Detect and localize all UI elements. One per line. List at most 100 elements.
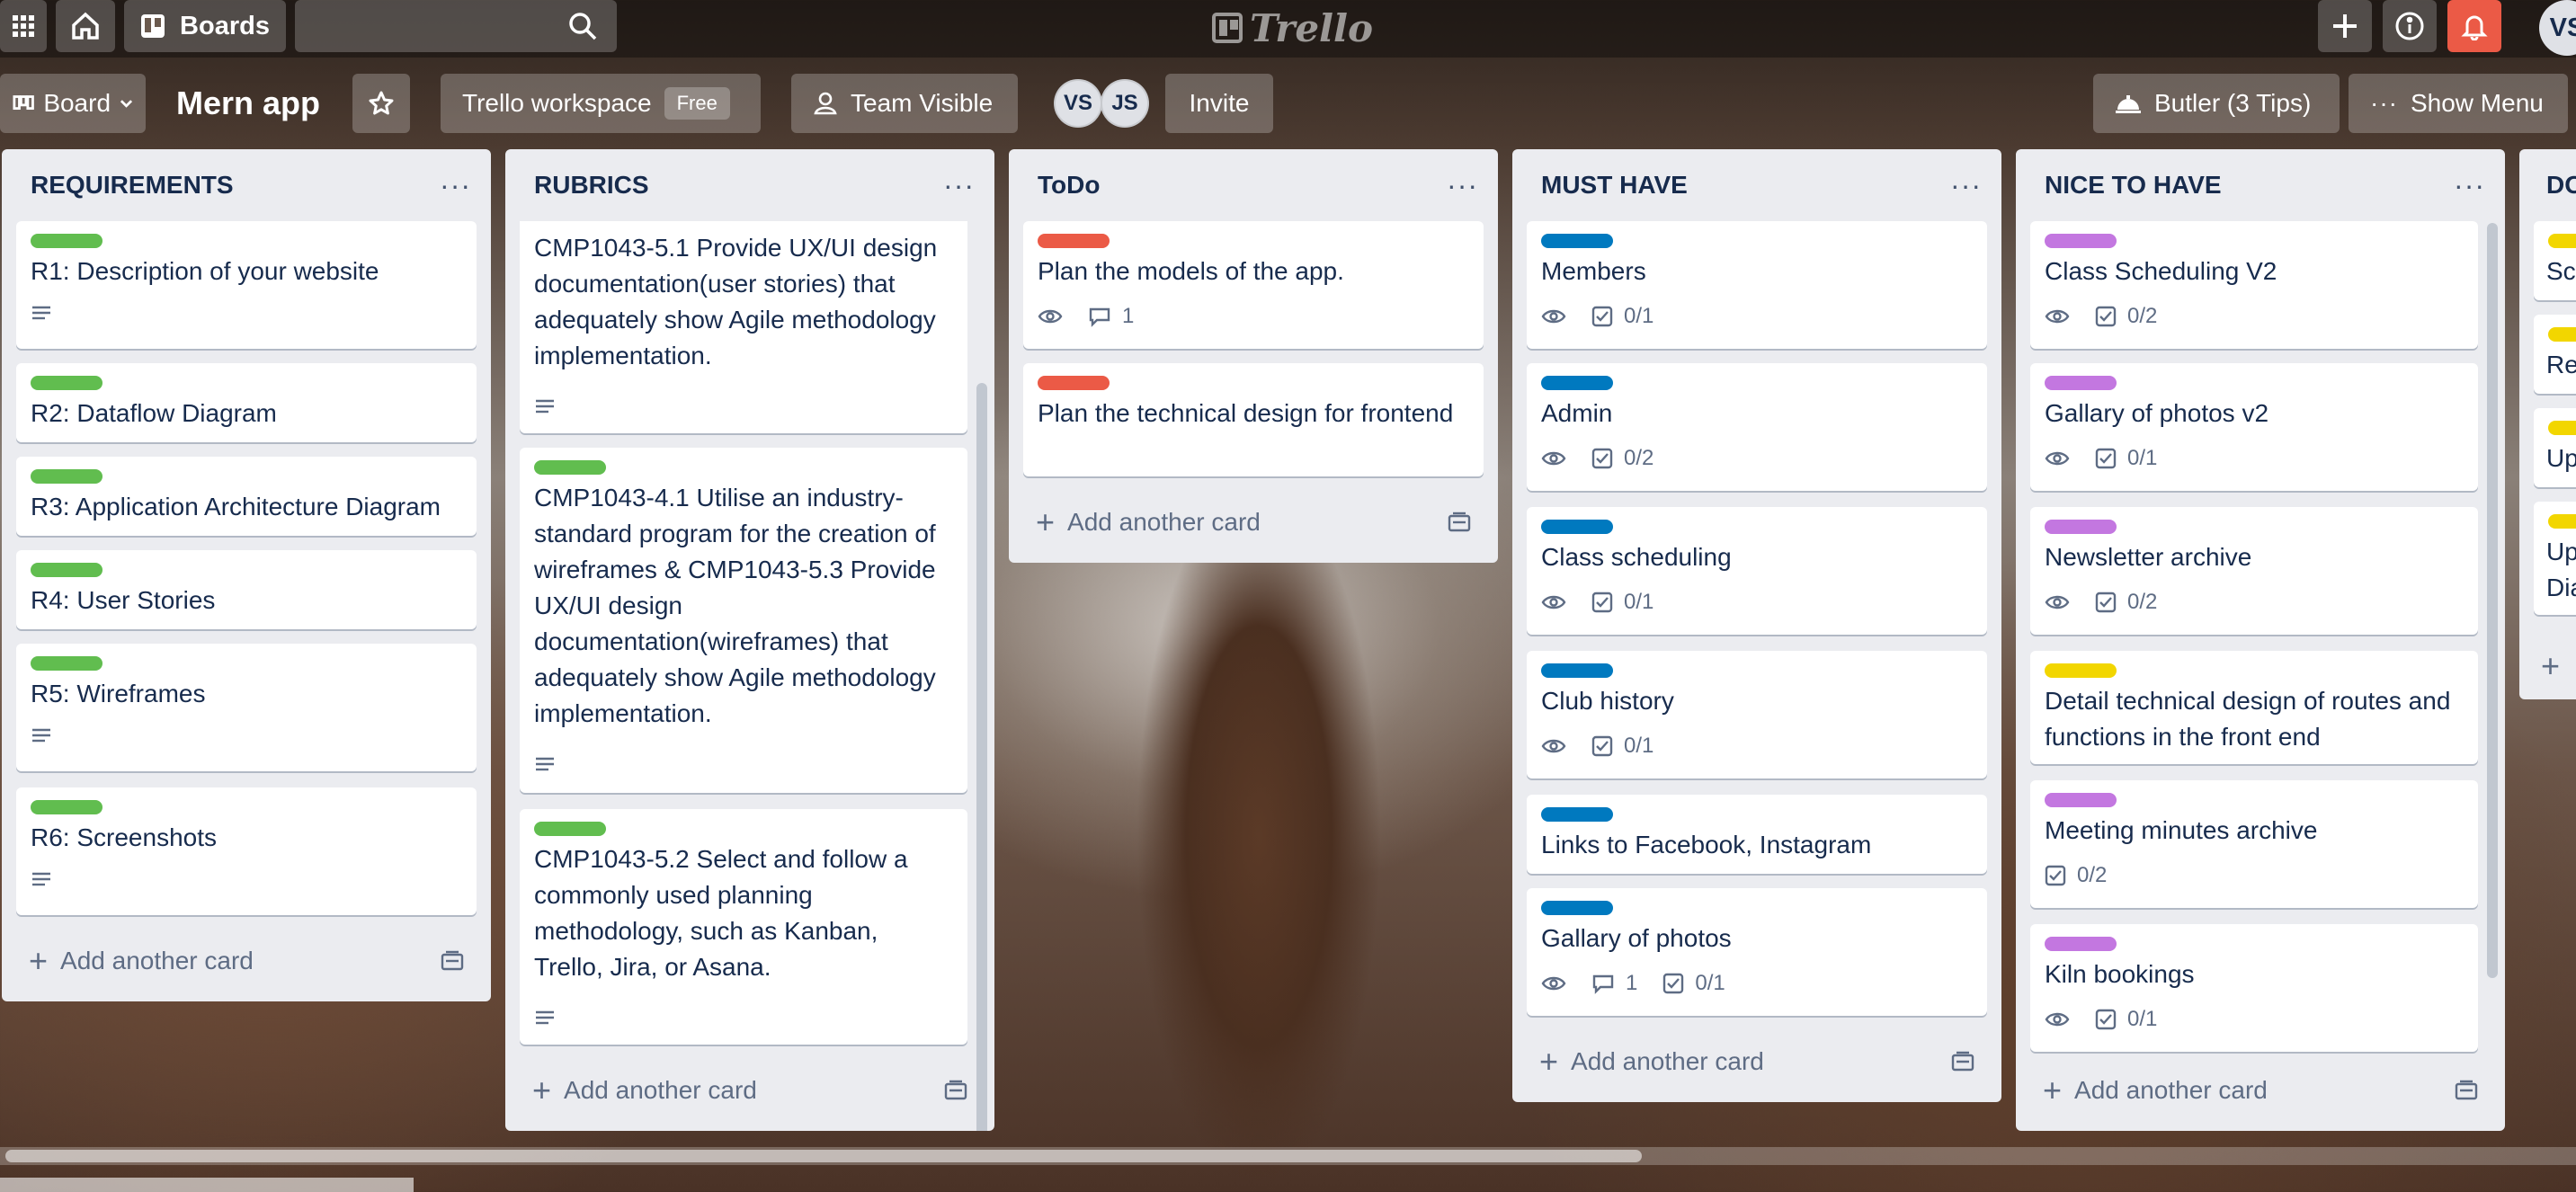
list-title[interactable]: REQUIREMENTS: [31, 171, 234, 200]
blue-label[interactable]: [1541, 520, 1613, 534]
card-plan-technical-design[interactable]: Plan the technical design for frontend: [1023, 363, 1484, 476]
plus-icon: +: [532, 1072, 552, 1108]
butler-button[interactable]: Butler (3 Tips): [2093, 74, 2340, 133]
board-title[interactable]: Mern app: [176, 74, 320, 133]
green-label[interactable]: [31, 800, 103, 814]
green-label[interactable]: [534, 822, 606, 836]
star-board-button[interactable]: [352, 74, 410, 133]
card-links-social[interactable]: Links to Facebook, Instagram: [1527, 795, 1987, 874]
add-card-button[interactable]: +: [2528, 640, 2562, 692]
green-label[interactable]: [534, 460, 606, 475]
visibility-button[interactable]: Team Visible: [791, 74, 1018, 133]
list-scrollbar[interactable]: [2487, 223, 2498, 978]
card-partial[interactable]: Up Dia: [2534, 502, 2576, 615]
home-button[interactable]: [56, 0, 115, 52]
scrollbar-thumb[interactable]: [5, 1150, 1642, 1162]
red-label[interactable]: [1038, 234, 1110, 248]
add-card-button[interactable]: + Add another card: [2030, 1064, 2491, 1116]
yellow-label[interactable]: [2548, 327, 2576, 342]
purple-label[interactable]: [2045, 937, 2117, 951]
list-menu-icon[interactable]: ···: [440, 171, 471, 200]
green-label[interactable]: [31, 234, 103, 248]
card-club-history[interactable]: Club history 0/1: [1527, 651, 1987, 778]
green-label[interactable]: [31, 563, 103, 577]
green-label[interactable]: [31, 376, 103, 390]
card-newsletter-archive[interactable]: Newsletter archive 0/2: [2030, 507, 2478, 635]
green-label[interactable]: [31, 469, 103, 484]
blue-label[interactable]: [1541, 376, 1613, 390]
blue-label[interactable]: [1541, 807, 1613, 822]
card-template-icon[interactable]: [1951, 1051, 1974, 1072]
purple-label[interactable]: [2045, 376, 2117, 390]
card-r1[interactable]: R1: Description of your website: [16, 221, 477, 349]
purple-label[interactable]: [2045, 793, 2117, 807]
card-r2[interactable]: R2: Dataflow Diagram: [16, 363, 477, 442]
list-menu-icon[interactable]: ···: [1447, 171, 1478, 200]
list-menu-icon[interactable]: ···: [1950, 171, 1982, 200]
card-r6[interactable]: R6: Screenshots: [16, 787, 477, 915]
add-card-button[interactable]: + Add another card: [1527, 1036, 1987, 1088]
card-template-icon[interactable]: [2455, 1080, 2478, 1101]
user-avatar[interactable]: VS: [2539, 0, 2576, 56]
board-view-switcher[interactable]: Board: [0, 74, 146, 133]
apps-grid-button[interactable]: [0, 0, 47, 52]
show-menu-button[interactable]: ··· Show Menu: [2349, 74, 2568, 133]
card-gallary-v2[interactable]: Gallary of photos v2 0/1: [2030, 363, 2478, 491]
red-label[interactable]: [1038, 376, 1110, 390]
invite-button[interactable]: Invite: [1165, 74, 1273, 133]
card-members[interactable]: Members 0/1: [1527, 221, 1987, 349]
member-avatar-js[interactable]: JS: [1101, 79, 1149, 128]
card-template-icon[interactable]: [441, 950, 464, 972]
card-r4[interactable]: R4: User Stories: [16, 550, 477, 629]
card-cmp1043-4-1[interactable]: CMP1043-4.1 Utilise an industry-standard…: [520, 448, 967, 793]
board-horizontal-scrollbar[interactable]: [0, 1147, 2576, 1165]
card-class-scheduling-v2[interactable]: Class Scheduling V2 0/2: [2030, 221, 2478, 349]
blue-label[interactable]: [1541, 234, 1613, 248]
boards-button[interactable]: Boards: [124, 0, 286, 52]
add-card-left: + Add another card: [1036, 506, 1261, 538]
list-title[interactable]: NICE TO HAVE: [2045, 171, 2222, 200]
card-template-icon[interactable]: [1448, 511, 1471, 533]
list-scrollbar[interactable]: [976, 383, 987, 1131]
card-gallary-of-photos[interactable]: Gallary of photos 1 0/1: [1527, 888, 1987, 1016]
card-partial[interactable]: Up: [2534, 408, 2576, 487]
list-menu-icon[interactable]: ···: [943, 171, 975, 200]
workspace-button[interactable]: Trello workspace Free: [441, 74, 761, 133]
yellow-label[interactable]: [2548, 234, 2576, 248]
card-cmp1043-5-2[interactable]: CMP1043-5.2 Select and follow a commonly…: [520, 809, 967, 1045]
add-card-button[interactable]: + Add another card: [16, 935, 477, 987]
yellow-label[interactable]: [2045, 663, 2117, 678]
card-plan-models[interactable]: Plan the models of the app. 1: [1023, 221, 1484, 349]
card-cmp1043-5-1[interactable]: CMP1043-5.1 Provide UX/UI design documen…: [520, 221, 967, 433]
blue-label[interactable]: [1541, 663, 1613, 678]
card-partial[interactable]: Sc: [2534, 221, 2576, 300]
yellow-label[interactable]: [2548, 514, 2576, 529]
notifications-button[interactable]: [2447, 0, 2501, 52]
card-admin[interactable]: Admin 0/2: [1527, 363, 1987, 491]
list-title[interactable]: ToDo: [1038, 171, 1100, 200]
add-card-button[interactable]: + Add another card: [520, 1064, 980, 1116]
card-partial[interactable]: Re: [2534, 315, 2576, 394]
list-title[interactable]: RUBRICS: [534, 171, 649, 200]
card-kiln-bookings[interactable]: Kiln bookings 0/1: [2030, 924, 2478, 1052]
green-label[interactable]: [31, 656, 103, 671]
create-button[interactable]: [2318, 0, 2372, 52]
purple-label[interactable]: [2045, 234, 2117, 248]
purple-label[interactable]: [2045, 520, 2117, 534]
add-card-button[interactable]: + Add another card: [1023, 496, 1484, 548]
card-r5[interactable]: R5: Wireframes: [16, 644, 477, 771]
card-r3[interactable]: R3: Application Architecture Diagram: [16, 457, 477, 536]
yellow-label[interactable]: [2548, 421, 2576, 435]
list-title[interactable]: DO: [2546, 171, 2576, 200]
blue-label[interactable]: [1541, 901, 1613, 915]
card-template-icon[interactable]: [944, 1080, 967, 1101]
info-button[interactable]: [2383, 0, 2437, 52]
list-title[interactable]: MUST HAVE: [1541, 171, 1688, 200]
search-input[interactable]: [295, 0, 617, 52]
trello-logo[interactable]: Trello: [1212, 4, 1373, 52]
member-avatar-vs[interactable]: VS: [1054, 79, 1102, 128]
card-class-scheduling[interactable]: Class scheduling 0/1: [1527, 507, 1987, 635]
card-technical-design-routes[interactable]: Detail technical design of routes and fu…: [2030, 651, 2478, 764]
card-meeting-minutes[interactable]: Meeting minutes archive 0/2: [2030, 780, 2478, 908]
list-menu-icon[interactable]: ···: [2454, 171, 2485, 200]
